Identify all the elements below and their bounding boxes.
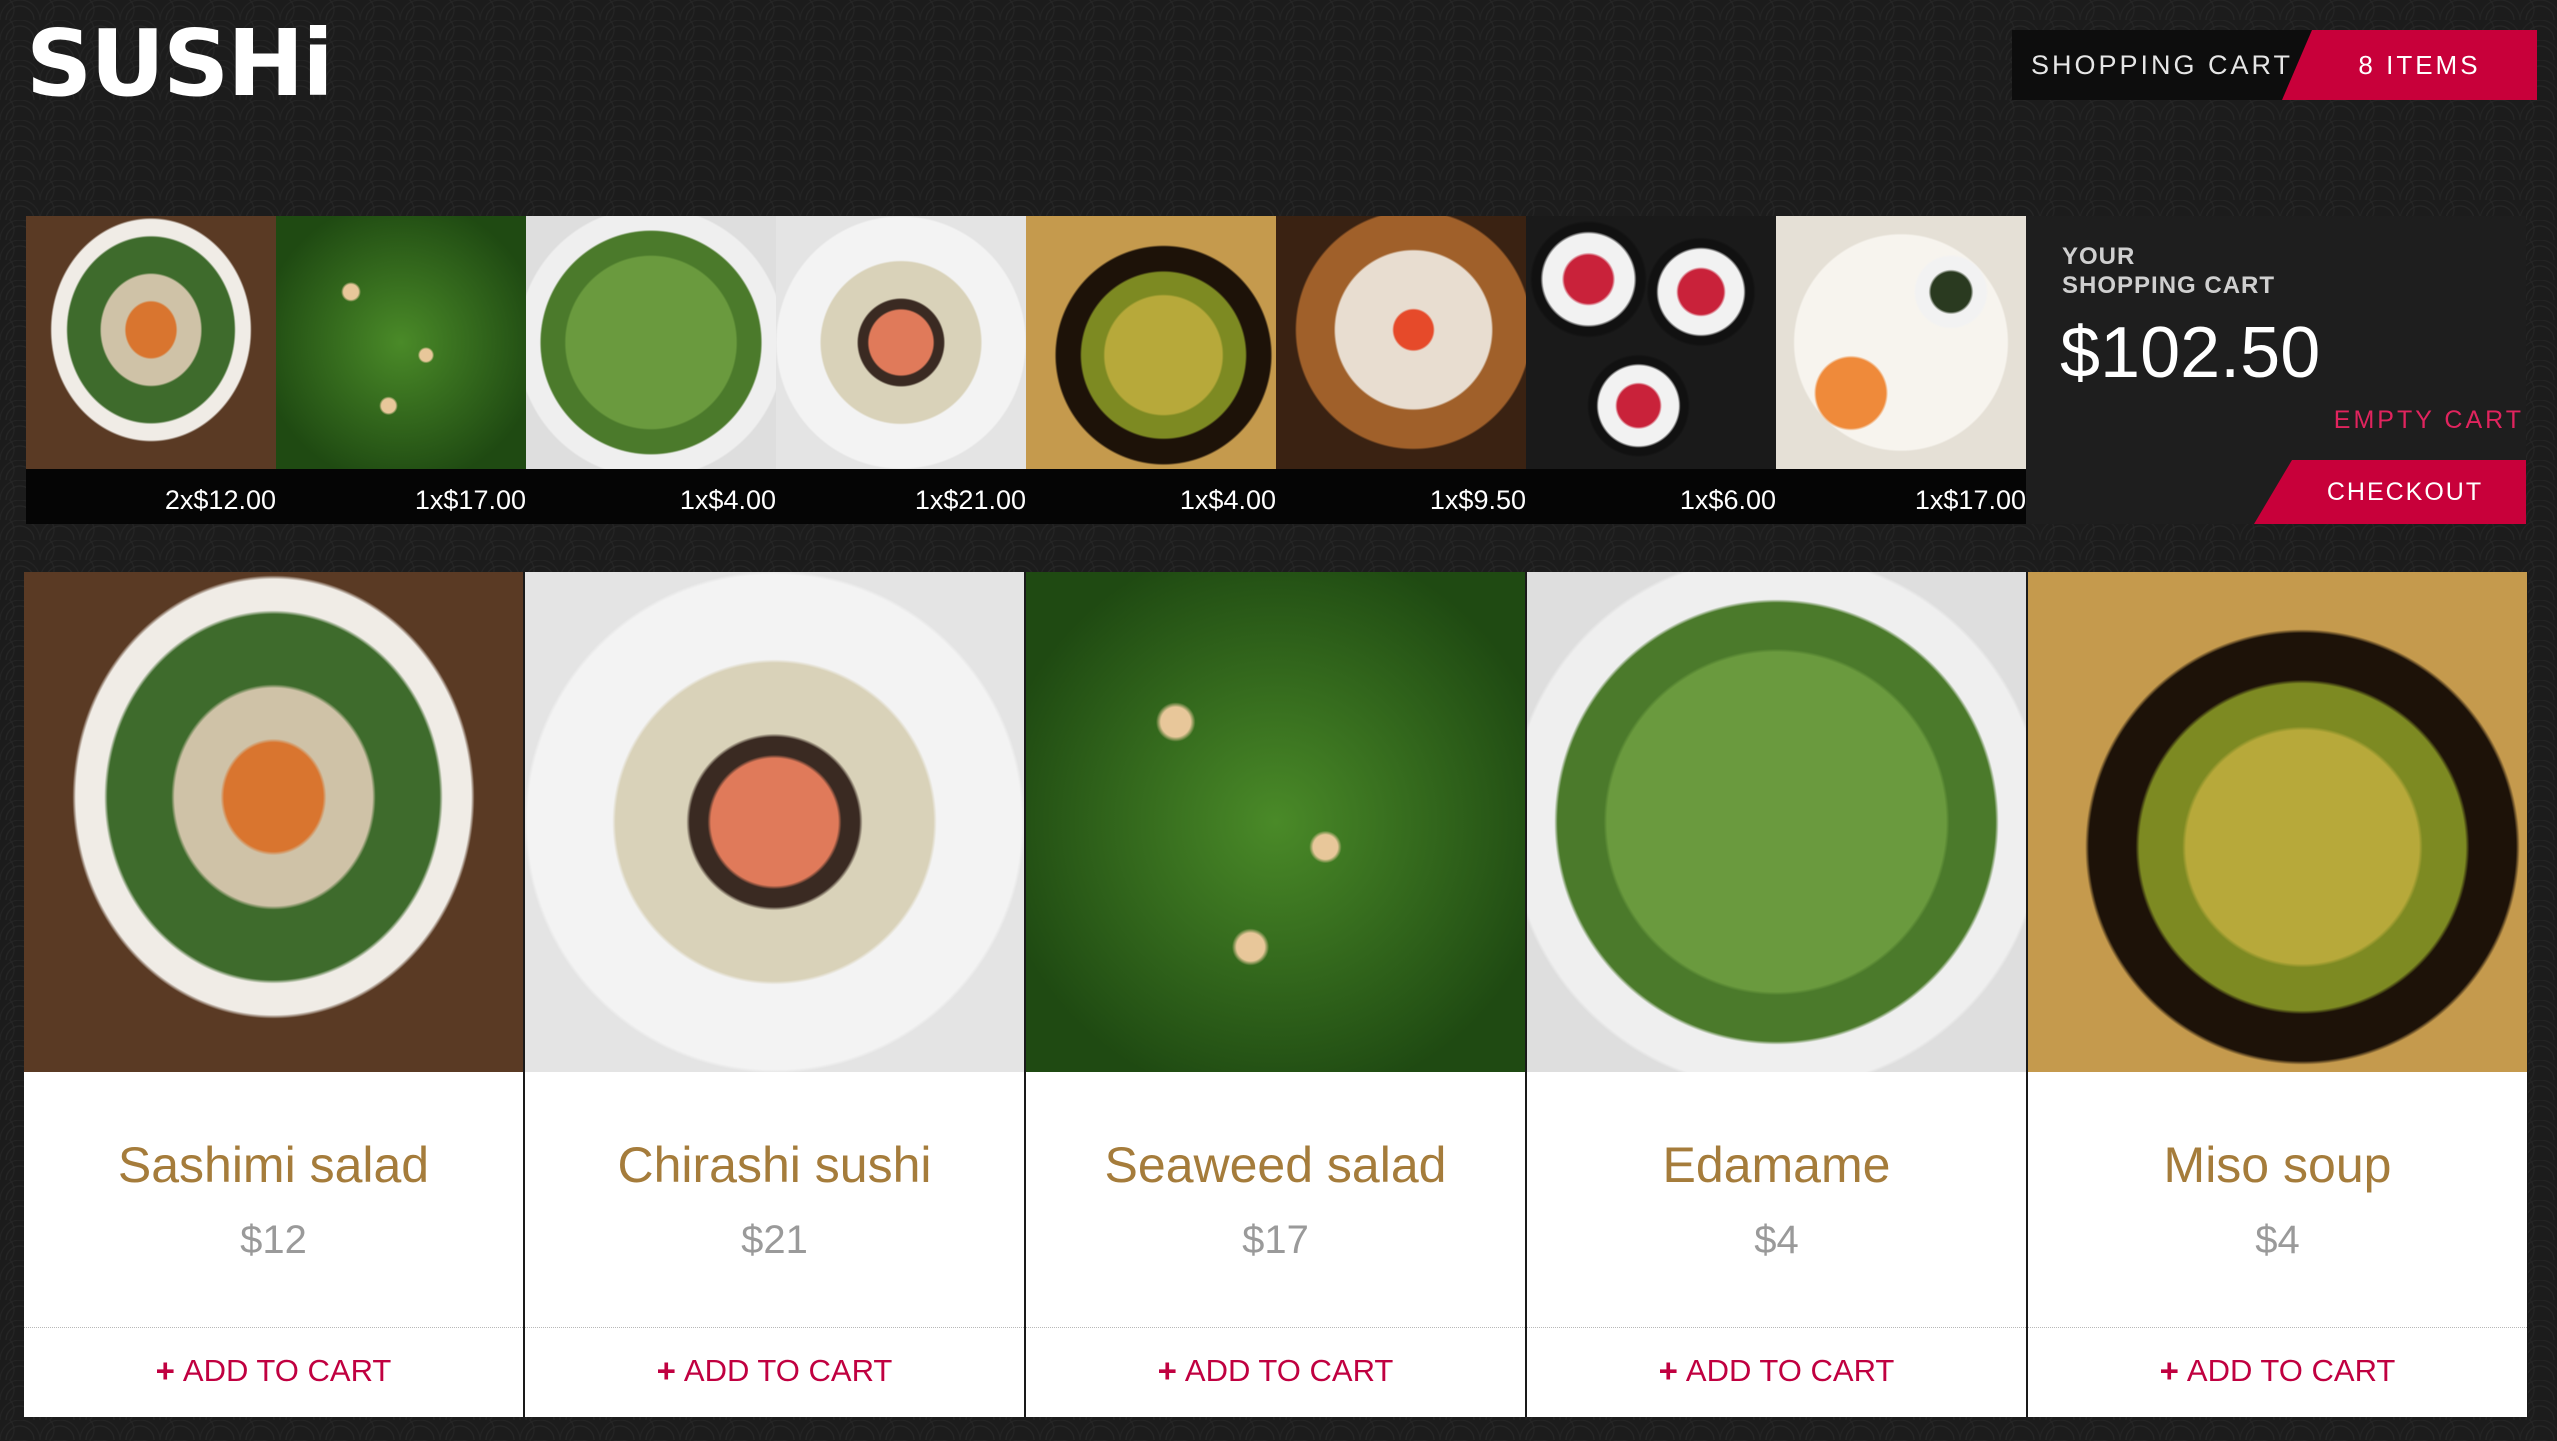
miso-soup-photo <box>2028 572 2527 1072</box>
divider <box>1026 1327 1525 1328</box>
cart-total: $102.50 <box>2060 313 2321 393</box>
product-name: Chirashi sushi <box>617 1137 932 1193</box>
product-card: Seaweed salad $17 + ADD TO CART <box>1026 572 1525 1417</box>
product-card: Chirashi sushi $21 + ADD TO CART <box>525 572 1024 1417</box>
product-price: $21 <box>741 1218 808 1262</box>
add-to-cart-button[interactable]: + ADD TO CART <box>24 1352 523 1390</box>
divider <box>24 1327 523 1328</box>
plus-icon: + <box>2159 1352 2179 1389</box>
product-card: Miso soup $4 + ADD TO CART <box>2028 572 2527 1417</box>
add-to-cart-label: ADD TO CART <box>1184 1353 1394 1388</box>
miso-soup-photo <box>1026 216 1276 469</box>
add-to-cart-label: ADD TO CART <box>683 1353 893 1388</box>
divider <box>525 1327 1024 1328</box>
chirashi-sushi-photo <box>525 572 1024 1072</box>
edamame-photo <box>1527 572 2026 1072</box>
divider <box>2028 1327 2527 1328</box>
shopping-cart-toggle[interactable]: SHOPPING CART 8 ITEMS <box>2012 30 2537 100</box>
plus-icon: + <box>1658 1352 1678 1389</box>
product-card: Edamame $4 + ADD TO CART <box>1527 572 2026 1417</box>
seaweed-salad-photo <box>1026 572 1525 1072</box>
cart-item[interactable]: 1x$4.00 <box>1026 216 1276 524</box>
cart-item-qty-price: 2x$12.00 <box>164 485 276 515</box>
add-to-cart-label: ADD TO CART <box>1685 1353 1895 1388</box>
edamame-photo <box>526 216 776 469</box>
nigiri-photo <box>1276 216 1526 469</box>
seaweed-salad-photo <box>276 216 526 469</box>
product-name: Edamame <box>1662 1137 1891 1193</box>
product-card: Sashimi salad $12 + ADD TO CART <box>24 572 523 1417</box>
plus-icon: + <box>1157 1352 1177 1389</box>
cart-panel: 2x$12.00 1x$17.00 1x$4.00 1x$21.00 1x$4.… <box>26 216 2526 524</box>
product-name: Miso soup <box>2163 1137 2392 1193</box>
add-to-cart-label: ADD TO CART <box>182 1353 392 1388</box>
cart-item-qty-price: 1x$17.00 <box>414 485 526 515</box>
cart-item-qty-price: 1x$21.00 <box>914 485 1026 515</box>
cart-summary-title: YOUR SHOPPING CART <box>2062 242 2275 300</box>
cart-item[interactable]: 1x$9.50 <box>1276 216 1526 524</box>
cart-item-qty-price: 1x$6.00 <box>1679 485 1776 515</box>
divider <box>1527 1327 2026 1328</box>
empty-cart-button[interactable]: EMPTY CART <box>2334 406 2524 435</box>
cart-item-qty-price: 1x$9.50 <box>1429 485 1526 515</box>
cart-item-qty-price: 1x$4.00 <box>1179 485 1276 515</box>
product-price: $12 <box>240 1218 307 1262</box>
add-to-cart-button[interactable]: + ADD TO CART <box>1527 1352 2026 1390</box>
cart-item-qty-price: 1x$4.00 <box>679 485 776 515</box>
sashimi-salad-photo <box>26 216 276 469</box>
cart-item[interactable]: 1x$17.00 <box>276 216 526 524</box>
add-to-cart-button[interactable]: + ADD TO CART <box>525 1352 1024 1390</box>
plus-icon: + <box>155 1352 175 1389</box>
cart-item[interactable]: 1x$6.00 <box>1526 216 1776 524</box>
cart-summary-title-line1: YOUR <box>2062 243 2136 270</box>
sashimi-salad-photo <box>24 572 523 1072</box>
cart-item[interactable]: 2x$12.00 <box>26 216 276 524</box>
add-to-cart-button[interactable]: + ADD TO CART <box>2028 1352 2527 1390</box>
plus-icon: + <box>656 1352 676 1389</box>
cart-item[interactable]: 1x$4.00 <box>526 216 776 524</box>
cart-item-count-badge[interactable]: 8 ITEMS <box>2282 30 2537 100</box>
maki-rolls-photo <box>1526 216 1776 469</box>
product-price: $17 <box>1242 1218 1309 1262</box>
cart-item[interactable]: 1x$17.00 <box>1776 216 2026 524</box>
sushi-platter-photo <box>1776 216 2026 469</box>
cart-summary: YOUR SHOPPING CART $102.50 EMPTY CART CH… <box>2026 216 2526 524</box>
chirashi-sushi-photo <box>776 216 1026 469</box>
product-grid: Sashimi salad $12 + ADD TO CART Chirashi… <box>24 572 2528 1417</box>
product-price: $4 <box>2255 1218 2300 1262</box>
cart-item-qty-price: 1x$17.00 <box>1914 485 2026 515</box>
add-to-cart-button[interactable]: + ADD TO CART <box>1026 1352 1525 1390</box>
product-name: Sashimi salad <box>117 1137 430 1193</box>
cart-item[interactable]: 1x$21.00 <box>776 216 1026 524</box>
product-price: $4 <box>1754 1218 1799 1262</box>
shopping-cart-label: SHOPPING CART <box>2012 30 2312 100</box>
product-name: Seaweed salad <box>1104 1137 1447 1193</box>
add-to-cart-label: ADD TO CART <box>2186 1353 2396 1388</box>
cart-items-strip: 2x$12.00 1x$17.00 1x$4.00 1x$21.00 1x$4.… <box>26 216 2026 524</box>
cart-summary-title-line2: SHOPPING CART <box>2062 272 2276 299</box>
site-logo[interactable]: SUSHi <box>26 18 334 110</box>
checkout-button[interactable]: CHECKOUT <box>2254 460 2526 524</box>
